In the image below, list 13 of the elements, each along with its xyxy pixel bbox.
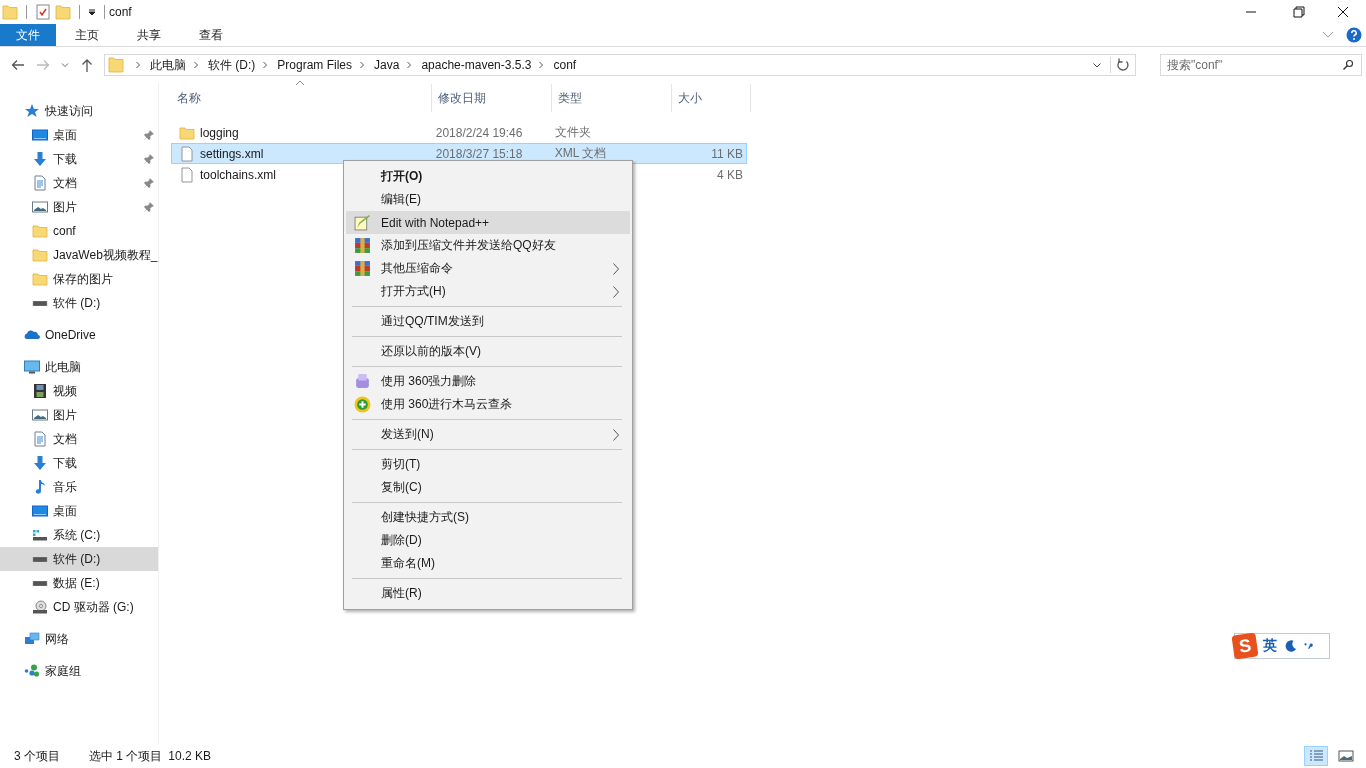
window-title: conf (109, 5, 132, 19)
item-count: 3 个项目 (14, 747, 60, 765)
file-size: 4 KB (717, 167, 743, 182)
file-name: logging (200, 125, 239, 140)
file-type: XML 文档 (554, 145, 607, 162)
modified-date: 2018/2/24 19:46 (435, 125, 523, 140)
file-type: 文件夹 (554, 124, 591, 141)
file-size: 11 KB (711, 146, 743, 161)
selection-size: 10.2 KB (168, 749, 212, 763)
selection-count: 选中 1 个项目 (89, 747, 163, 765)
file-name: settings.xml (200, 146, 264, 161)
modified-date: 2018/3/27 15:18 (435, 146, 523, 161)
file-name: toolchains.xml (200, 167, 277, 182)
